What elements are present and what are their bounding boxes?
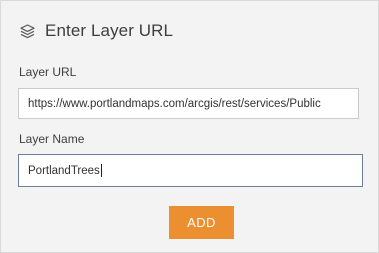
text-cursor	[100, 164, 102, 177]
panel-header: Enter Layer URL	[19, 20, 173, 42]
add-button[interactable]: ADD	[169, 206, 234, 239]
layer-name-label: Layer Name	[19, 132, 85, 146]
layer-name-input[interactable]: PortlandTrees	[18, 154, 363, 187]
layer-url-label: Layer URL	[19, 65, 77, 79]
layer-url-value: https://www.portlandmaps.com/arcgis/rest…	[28, 97, 321, 110]
layer-name-value: PortlandTrees	[28, 164, 100, 177]
layers-icon	[19, 23, 36, 40]
layer-url-input[interactable]: https://www.portlandmaps.com/arcgis/rest…	[18, 88, 359, 119]
panel-title: Enter Layer URL	[45, 21, 174, 40]
add-layer-panel: Enter Layer URL Layer URL https://www.po…	[0, 0, 379, 253]
